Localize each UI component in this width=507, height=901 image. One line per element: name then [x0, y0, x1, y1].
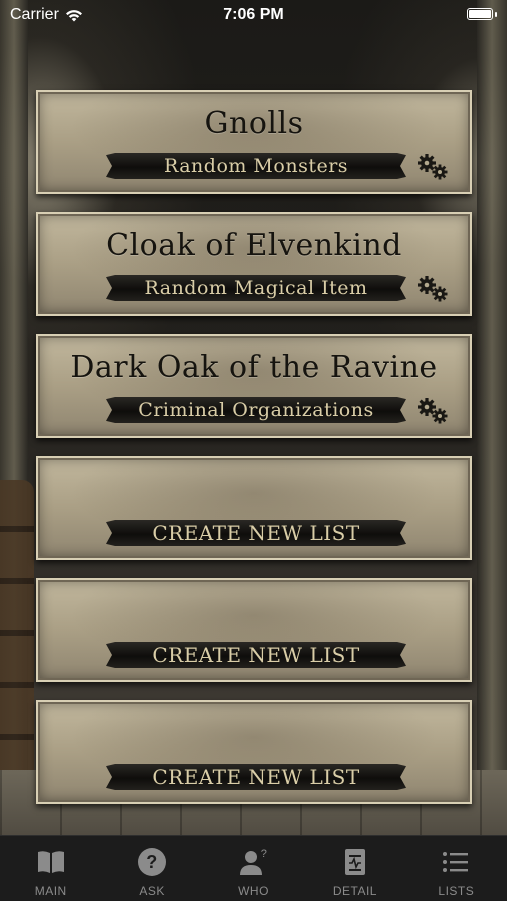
- status-bar: Carrier 7:06 PM: [0, 0, 507, 32]
- list-icon: [443, 852, 469, 872]
- list-card-dark-oak[interactable]: Dark Oak of the Ravine Criminal Organiza…: [36, 334, 472, 438]
- empty-list-slot[interactable]: CREATE NEW LIST: [36, 456, 472, 560]
- list-card-cloak[interactable]: Cloak of Elvenkind Random Magical Item: [36, 212, 472, 316]
- svg-text:?: ?: [146, 852, 158, 872]
- empty-list-slot[interactable]: CREATE NEW LIST: [36, 578, 472, 682]
- tab-detail[interactable]: DETAIL: [304, 836, 405, 901]
- card-title: Cloak of Elvenkind: [106, 228, 402, 263]
- right-pillar: [477, 0, 507, 835]
- create-new-list-button[interactable]: CREATE NEW LIST: [106, 764, 406, 790]
- tab-label: WHO: [238, 884, 269, 898]
- tab-label: LISTS: [438, 884, 475, 898]
- status-time: 7:06 PM: [223, 6, 284, 23]
- battery-icon: [467, 8, 497, 20]
- tab-label: MAIN: [34, 884, 67, 898]
- tab-bar: MAIN ? ASK ? WHO DETAIL LISTS: [0, 835, 507, 901]
- create-new-list-button[interactable]: CREATE NEW LIST: [106, 520, 406, 546]
- tab-main[interactable]: MAIN: [0, 836, 101, 901]
- tab-ask[interactable]: ? ASK: [101, 836, 202, 901]
- empty-list-slot[interactable]: CREATE NEW LIST: [36, 700, 472, 804]
- list-cards: Gnolls Random Monsters Cloak of Elvenkin…: [36, 90, 472, 822]
- person-question-icon: ?: [239, 848, 267, 875]
- card-title: Gnolls: [204, 106, 304, 141]
- settings-gears-icon[interactable]: [416, 152, 450, 182]
- settings-gears-icon[interactable]: [416, 274, 450, 304]
- svg-text:?: ?: [260, 848, 267, 860]
- document-icon: [344, 849, 365, 875]
- tab-who[interactable]: ? WHO: [203, 836, 304, 901]
- create-new-list-button[interactable]: CREATE NEW LIST: [106, 642, 406, 668]
- settings-gears-icon[interactable]: [416, 396, 450, 426]
- tab-lists[interactable]: LISTS: [406, 836, 507, 901]
- card-title: Dark Oak of the Ravine: [70, 350, 438, 385]
- card-category-banner[interactable]: Random Monsters: [106, 153, 406, 179]
- list-card-gnolls[interactable]: Gnolls Random Monsters: [36, 90, 472, 194]
- question-icon: ?: [138, 848, 167, 876]
- tab-label: ASK: [139, 884, 165, 898]
- card-category-banner[interactable]: Random Magical Item: [106, 275, 406, 301]
- barrel: [0, 480, 34, 780]
- card-category-banner[interactable]: Criminal Organizations: [106, 397, 406, 423]
- tab-label: DETAIL: [332, 884, 377, 898]
- book-icon: [37, 851, 64, 873]
